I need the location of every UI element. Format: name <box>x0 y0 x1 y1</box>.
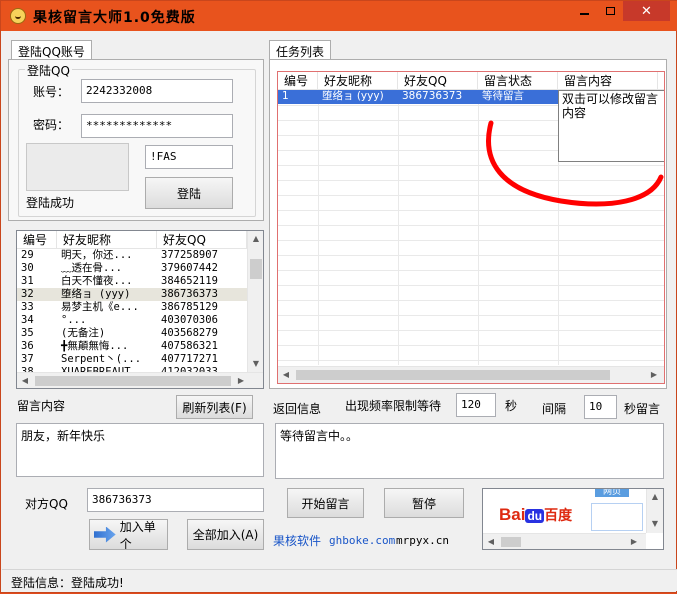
frequency-limit-label: 出现频率限制等待 <box>345 399 442 413</box>
add-single-label: 加入单个 <box>119 519 156 551</box>
ad-tab[interactable]: 网页 <box>595 489 629 497</box>
return-info-label: 返回信息 <box>273 402 322 416</box>
status-text: 登陆信息：登陆成功! <box>11 576 124 590</box>
return-info-textarea[interactable]: 等待留言中。。 <box>275 423 664 479</box>
link-ghboke[interactable]: ghboke.com <box>329 534 395 547</box>
status-bar: 登陆信息：登陆成功! <box>2 569 677 591</box>
scroll-right-icon[interactable]: ▶ <box>628 537 640 546</box>
add-single-button[interactable]: 加入单个 <box>89 519 168 551</box>
start-message-button[interactable]: 开始留言 <box>287 488 364 518</box>
message-label: 留言内容 <box>17 399 66 413</box>
baidu-logo: Bai du 百度 <box>499 505 572 525</box>
link-guohe-software[interactable]: 果核软件 <box>273 532 321 549</box>
baidu-logo-cn: 百度 <box>544 507 573 523</box>
seconds-label: 秒 <box>505 399 518 413</box>
target-qq-label: 对方QQ <box>25 497 68 511</box>
interval-label: 间隔 <box>542 402 567 416</box>
refresh-list-button[interactable]: 刷新列表(F) <box>176 395 253 419</box>
seconds-per-message-label: 秒留言 <box>624 402 661 416</box>
interval-input[interactable]: 10 <box>584 395 617 419</box>
scroll-left-icon[interactable]: ◀ <box>485 537 497 546</box>
message-textarea[interactable]: 朋友，新年快乐 <box>16 423 264 477</box>
hscroll-thumb[interactable] <box>501 537 521 547</box>
ad-hscroll[interactable]: ◀ ▶ <box>483 533 646 549</box>
scroll-up-icon[interactable]: ▲ <box>649 492 661 501</box>
scroll-down-icon[interactable]: ▼ <box>649 519 661 528</box>
target-qq-input[interactable]: 386736373 <box>87 488 264 512</box>
link-mrpyx[interactable]: mrpyx.cn <box>396 534 449 547</box>
frequency-wait-input[interactable]: 120 <box>456 393 496 417</box>
ad-browser-frame[interactable]: Bai du 百度 网页 ▲ ▼ ◀ ▶ <box>482 488 664 550</box>
pause-button[interactable]: 暂停 <box>384 488 464 518</box>
main-window: 果核留言大师1.0免费版 ✕ 登陆QQ账号 登陆QQ 账号： 224233200… <box>0 0 677 593</box>
ad-search-box[interactable] <box>591 503 643 531</box>
baidu-paw-icon: du <box>525 509 545 523</box>
ad-vscroll[interactable]: ▲ ▼ <box>646 489 663 533</box>
baidu-logo-text: Bai <box>499 505 526 524</box>
add-all-button[interactable]: 全部加入(A) <box>187 519 264 550</box>
add-arrow-icon <box>94 526 116 543</box>
